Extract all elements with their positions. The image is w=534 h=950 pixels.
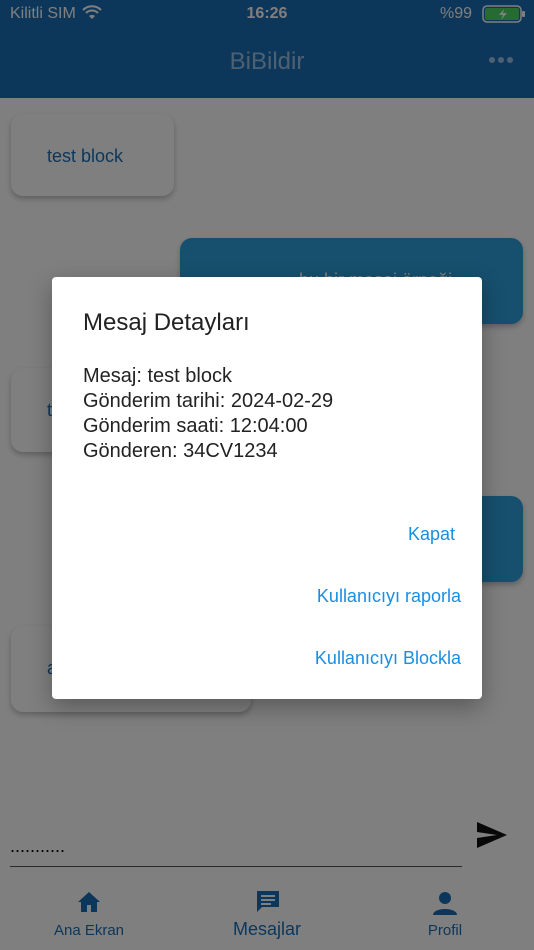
detail-date: Gönderim tarihi: 2024-02-29	[83, 390, 334, 412]
detail-time: Gönderim saati: 12:04:00	[83, 415, 308, 437]
detail-sender: Gönderen: 34CV1234	[83, 440, 278, 462]
close-button[interactable]: Kapat	[408, 524, 455, 545]
report-user-button[interactable]: Kullanıcıyı raporla	[317, 586, 461, 607]
detail-message: Mesaj: test block	[83, 365, 232, 387]
block-user-button[interactable]: Kullanıcıyı Blockla	[315, 648, 461, 669]
dialog-title: Mesaj Detayları	[83, 309, 250, 336]
message-details-dialog: Mesaj Detayları Mesaj: test block Gönder…	[52, 277, 482, 699]
